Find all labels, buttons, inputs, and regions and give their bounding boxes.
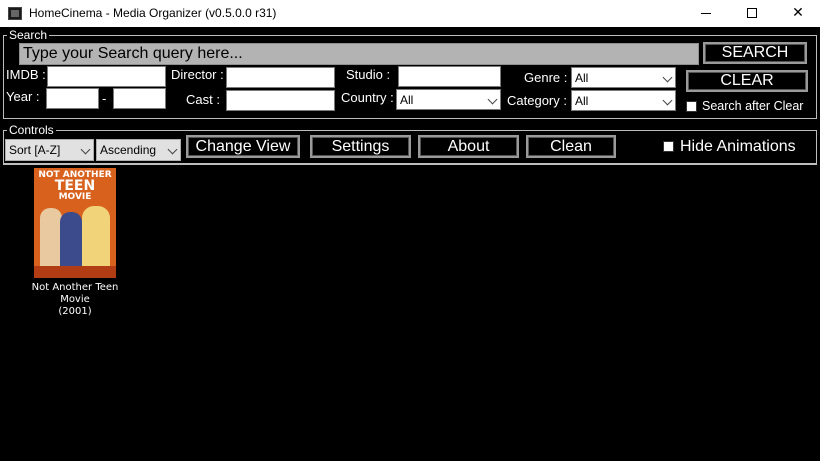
order-select[interactable]: Ascending bbox=[96, 139, 181, 161]
search-after-clear-checkbox[interactable] bbox=[686, 101, 697, 112]
chevron-down-icon bbox=[662, 72, 673, 83]
poster-figure bbox=[60, 212, 82, 270]
poster-floor bbox=[34, 266, 116, 278]
window-title: HomeCinema - Media Organizer (v0.5.0.0 r… bbox=[29, 6, 277, 20]
settings-button[interactable]: Settings bbox=[310, 135, 411, 158]
cast-input[interactable] bbox=[226, 90, 335, 111]
movie-poster[interactable]: NOT ANOTHER TEEN MOVIE bbox=[34, 168, 116, 278]
category-label: Category : bbox=[507, 93, 567, 108]
app-icon bbox=[8, 7, 22, 20]
search-after-clear-label: Search after Clear bbox=[702, 99, 804, 113]
year-from-input[interactable] bbox=[46, 88, 99, 109]
close-icon: ✕ bbox=[792, 5, 804, 21]
close-button[interactable]: ✕ bbox=[775, 0, 820, 27]
genre-select-value: All bbox=[575, 71, 589, 85]
year-separator: - bbox=[102, 91, 107, 106]
chevron-down-icon bbox=[80, 144, 91, 155]
poster-figure bbox=[82, 206, 110, 270]
sort-select[interactable]: Sort [A-Z] bbox=[5, 139, 94, 161]
media-grid[interactable]: NOT ANOTHER TEEN MOVIE Not Another Teen … bbox=[3, 164, 817, 458]
movie-title: Not Another Teen Movie (2001) bbox=[17, 282, 133, 318]
category-select[interactable]: All bbox=[571, 90, 676, 111]
poster-text-bottom: MOVIE bbox=[58, 192, 92, 202]
genre-select[interactable]: All bbox=[571, 67, 676, 88]
country-select[interactable]: All bbox=[396, 89, 501, 110]
studio-input[interactable] bbox=[398, 66, 501, 87]
title-bar: HomeCinema - Media Organizer (v0.5.0.0 r… bbox=[0, 0, 820, 27]
director-input[interactable] bbox=[226, 67, 335, 88]
poster-title-text: NOT ANOTHER TEEN MOVIE bbox=[38, 171, 112, 205]
category-select-value: All bbox=[575, 94, 589, 108]
minimize-button[interactable] bbox=[683, 0, 729, 27]
about-button[interactable]: About bbox=[418, 135, 519, 158]
movie-title-text: Not Another Teen Movie bbox=[31, 282, 119, 305]
change-view-button[interactable]: Change View bbox=[186, 135, 300, 158]
chevron-down-icon bbox=[662, 95, 673, 106]
media-item[interactable]: NOT ANOTHER TEEN MOVIE Not Another Teen … bbox=[17, 168, 133, 318]
search-query-input[interactable]: Type your Search query here... bbox=[19, 43, 699, 65]
hide-animations-checkbox[interactable] bbox=[663, 141, 674, 152]
genre-label: Genre : bbox=[524, 70, 568, 85]
controls-group-label: Controls bbox=[7, 123, 56, 137]
year-label: Year : bbox=[6, 89, 40, 104]
order-select-value: Ascending bbox=[100, 143, 157, 157]
maximize-button[interactable] bbox=[729, 0, 775, 27]
year-to-input[interactable] bbox=[113, 88, 166, 109]
movie-year-text: (2001) bbox=[58, 306, 92, 317]
clear-button[interactable]: CLEAR bbox=[686, 70, 808, 92]
cast-label: Cast : bbox=[186, 92, 220, 107]
maximize-icon bbox=[747, 8, 757, 18]
search-group-label: Search bbox=[7, 28, 50, 42]
minimize-icon bbox=[701, 13, 711, 14]
search-button[interactable]: SEARCH bbox=[703, 42, 807, 64]
imdb-label: IMDB : bbox=[6, 67, 46, 82]
country-select-value: All bbox=[400, 93, 414, 107]
clean-button[interactable]: Clean bbox=[526, 135, 616, 158]
hide-animations-label: Hide Animations bbox=[680, 138, 796, 155]
director-label: Director : bbox=[171, 67, 224, 82]
sort-select-value: Sort [A-Z] bbox=[9, 143, 61, 157]
chevron-down-icon bbox=[167, 144, 178, 155]
poster-figure bbox=[40, 208, 62, 270]
country-label: Country : bbox=[341, 90, 394, 105]
studio-label: Studio : bbox=[346, 67, 391, 82]
chevron-down-icon bbox=[487, 94, 498, 105]
imdb-input[interactable] bbox=[47, 66, 166, 87]
